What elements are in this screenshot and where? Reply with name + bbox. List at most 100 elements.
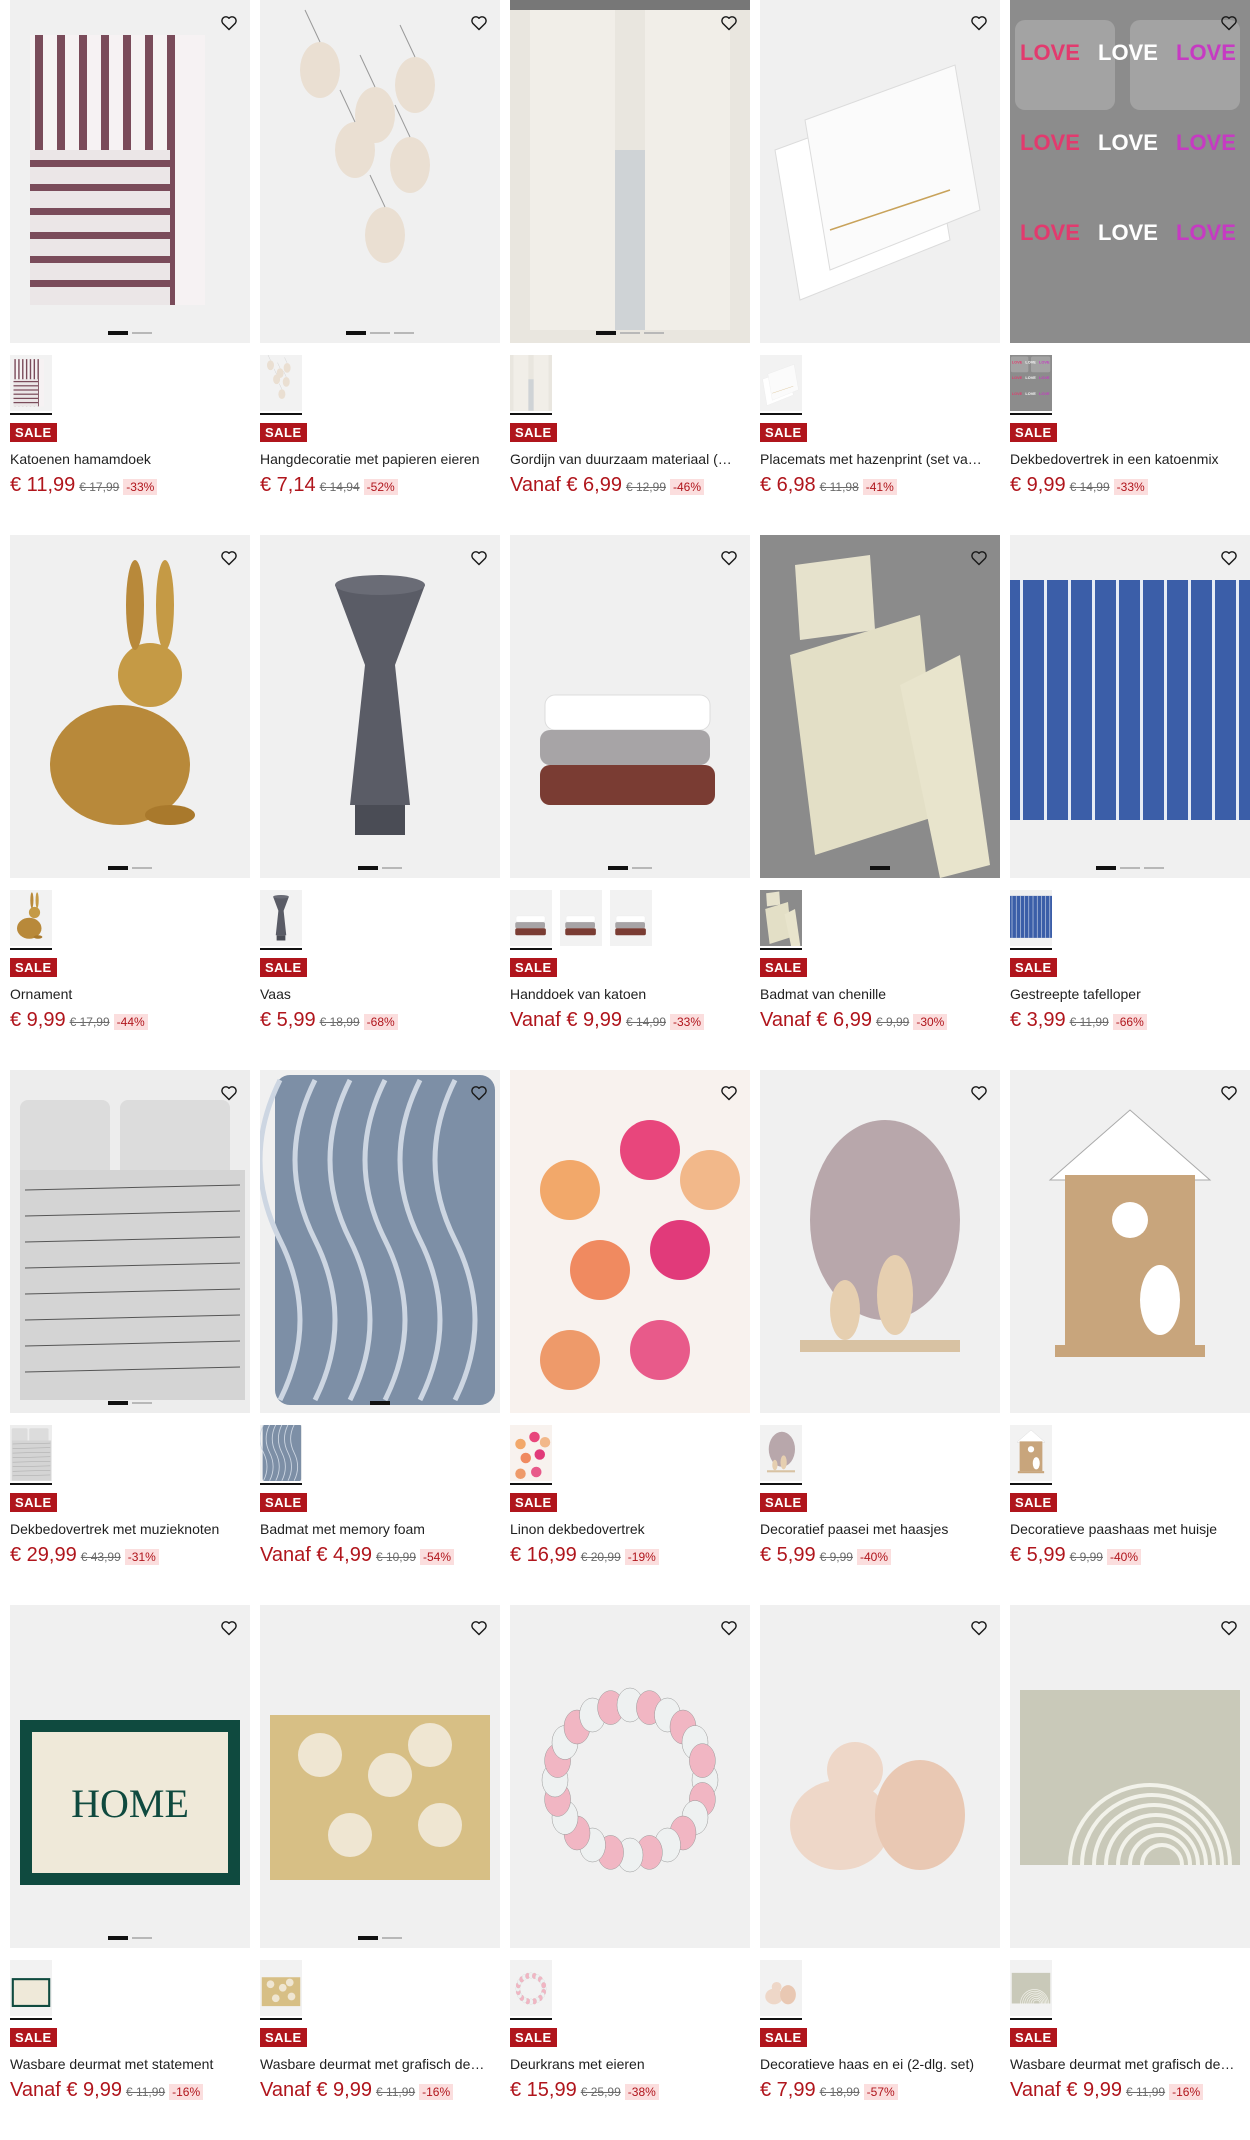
- product-name[interactable]: Vaas: [260, 985, 485, 1003]
- color-swatch[interactable]: [10, 1960, 52, 2020]
- wishlist-heart-icon[interactable]: [468, 547, 490, 569]
- wishlist-heart-icon[interactable]: [968, 1082, 990, 1104]
- product-name[interactable]: Wasbare deurmat met grafisch dessin: [1010, 2055, 1235, 2073]
- image-carousel-indicator[interactable]: [10, 866, 250, 870]
- product-name[interactable]: Katoenen hamamdoek: [10, 450, 235, 468]
- product-name[interactable]: Dekbedovertrek met muzieknoten: [10, 1520, 235, 1538]
- product-name[interactable]: Wasbare deurmat met grafisch dessin: [260, 2055, 485, 2073]
- color-swatch[interactable]: [510, 355, 552, 415]
- wishlist-heart-icon[interactable]: [718, 1617, 740, 1639]
- product-name[interactable]: Deurkrans met eieren: [510, 2055, 735, 2073]
- wishlist-heart-icon[interactable]: [468, 1082, 490, 1104]
- color-swatch[interactable]: [610, 890, 652, 946]
- product-image[interactable]: [510, 535, 750, 878]
- product-image[interactable]: [10, 1070, 250, 1413]
- wishlist-heart-icon[interactable]: [218, 547, 240, 569]
- product-name[interactable]: Handdoek van katoen: [510, 985, 735, 1003]
- product-image[interactable]: [760, 0, 1000, 343]
- color-swatch[interactable]: [10, 890, 52, 950]
- image-carousel-indicator[interactable]: [10, 1936, 250, 1940]
- wishlist-heart-icon[interactable]: [1218, 1082, 1240, 1104]
- carousel-dot[interactable]: [596, 331, 616, 335]
- color-swatch[interactable]: [560, 890, 602, 946]
- wishlist-heart-icon[interactable]: [1218, 12, 1240, 34]
- product-card[interactable]: SALE Badmat met memory foam Vanaf € 4,99 € …: [250, 1070, 500, 1605]
- product-card[interactable]: SALE Deurkrans met eieren € 15,99 € 25,99 -3…: [500, 1605, 750, 2140]
- wishlist-heart-icon[interactable]: [1218, 1617, 1240, 1639]
- wishlist-heart-icon[interactable]: [718, 547, 740, 569]
- color-swatch[interactable]: [760, 890, 802, 950]
- product-name[interactable]: Hangdecoratie met papieren eieren: [260, 450, 485, 468]
- product-image[interactable]: [760, 1605, 1000, 1948]
- product-image[interactable]: [260, 0, 500, 343]
- product-card[interactable]: SALE Decoratieve paashaas met huisje € 5,9…: [1000, 1070, 1250, 1605]
- carousel-dot[interactable]: [132, 1402, 152, 1404]
- carousel-dot[interactable]: [644, 332, 664, 334]
- carousel-dot[interactable]: [108, 1936, 128, 1940]
- color-swatch[interactable]: [510, 1960, 552, 2020]
- product-image[interactable]: [10, 0, 250, 343]
- color-swatch[interactable]: [260, 355, 302, 415]
- product-image[interactable]: [260, 1070, 500, 1413]
- color-swatch[interactable]: [760, 1425, 802, 1485]
- wishlist-heart-icon[interactable]: [718, 1082, 740, 1104]
- product-card[interactable]: SALE Ornament € 9,99 € 17,99 -44%: [0, 535, 250, 1070]
- wishlist-heart-icon[interactable]: [1218, 547, 1240, 569]
- image-carousel-indicator[interactable]: [10, 331, 250, 335]
- product-card[interactable]: SALE Handdoek van katoen Vanaf € 9,99 € 14,…: [500, 535, 750, 1070]
- carousel-dot[interactable]: [346, 331, 366, 335]
- product-name[interactable]: Badmat van chenille: [760, 985, 985, 1003]
- wishlist-heart-icon[interactable]: [968, 547, 990, 569]
- carousel-dot[interactable]: [132, 1937, 152, 1939]
- product-card[interactable]: SALE Hangdecoratie met papieren eieren € 7…: [250, 0, 500, 535]
- carousel-dot[interactable]: [108, 331, 128, 335]
- product-card[interactable]: SALE Wasbare deurmat met grafisch dessin V…: [1000, 1605, 1250, 2140]
- image-carousel-indicator[interactable]: [10, 1401, 250, 1405]
- product-card[interactable]: SALE Dekbedovertrek met muzieknoten € 29,9…: [0, 1070, 250, 1605]
- product-name[interactable]: Dekbedovertrek in een katoenmix: [1010, 450, 1235, 468]
- carousel-dot[interactable]: [108, 1401, 128, 1405]
- image-carousel-indicator[interactable]: [760, 866, 1000, 870]
- product-name[interactable]: Placemats met hazenprint (set van 4): [760, 450, 985, 468]
- product-name[interactable]: Wasbare deurmat met statement: [10, 2055, 235, 2073]
- wishlist-heart-icon[interactable]: [468, 1617, 490, 1639]
- product-name[interactable]: Gordijn van duurzaam materiaal (1 stuk): [510, 450, 735, 468]
- image-carousel-indicator[interactable]: [510, 331, 750, 335]
- wishlist-heart-icon[interactable]: [718, 12, 740, 34]
- color-swatch[interactable]: [1010, 1960, 1052, 2020]
- image-carousel-indicator[interactable]: [260, 866, 500, 870]
- carousel-dot[interactable]: [1144, 867, 1164, 869]
- product-name[interactable]: Badmat met memory foam: [260, 1520, 485, 1538]
- color-swatch[interactable]: [260, 1425, 302, 1485]
- product-card[interactable]: SALE Wasbare deurmat met grafisch dessin V…: [250, 1605, 500, 2140]
- color-swatch[interactable]: [510, 890, 552, 950]
- product-name[interactable]: Ornament: [10, 985, 235, 1003]
- color-swatch[interactable]: [10, 1425, 52, 1485]
- product-image[interactable]: [510, 0, 750, 343]
- product-image[interactable]: [260, 535, 500, 878]
- image-carousel-indicator[interactable]: [510, 866, 750, 870]
- product-image[interactable]: [760, 535, 1000, 878]
- product-image[interactable]: [1010, 1070, 1250, 1413]
- color-swatch[interactable]: [1010, 1425, 1052, 1485]
- carousel-dot[interactable]: [870, 866, 890, 870]
- carousel-dot[interactable]: [132, 867, 152, 869]
- product-image[interactable]: HOME: [10, 1605, 250, 1948]
- product-name[interactable]: Linon dekbedovertrek: [510, 1520, 735, 1538]
- image-carousel-indicator[interactable]: [260, 1936, 500, 1940]
- product-card[interactable]: SALE Decoratief paasei met haasjes € 5,99 €…: [750, 1070, 1000, 1605]
- carousel-dot[interactable]: [358, 866, 378, 870]
- color-swatch[interactable]: [1010, 890, 1052, 950]
- color-swatch[interactable]: LOVE LOVE LOVE LOVE LOVE LOVE LOVE LOVE LOVE: [1010, 355, 1052, 415]
- product-card[interactable]: SALE Gestreepte tafelloper € 3,99 € 11,99 -6…: [1000, 535, 1250, 1070]
- product-card[interactable]: SALE Badmat van chenille Vanaf € 6,99 € 9,9…: [750, 535, 1000, 1070]
- carousel-dot[interactable]: [382, 1937, 402, 1939]
- carousel-dot[interactable]: [370, 332, 390, 334]
- product-image[interactable]: [510, 1605, 750, 1948]
- product-image[interactable]: [260, 1605, 500, 1948]
- product-card[interactable]: SALE Vaas € 5,99 € 18,99 -68%: [250, 535, 500, 1070]
- product-card[interactable]: SALE Katoenen hamamdoek € 11,99 € 17,99 -33%: [0, 0, 250, 535]
- wishlist-heart-icon[interactable]: [968, 12, 990, 34]
- product-image[interactable]: [1010, 1605, 1250, 1948]
- product-card[interactable]: SALE Gordijn van duurzaam materiaal (1 st…: [500, 0, 750, 535]
